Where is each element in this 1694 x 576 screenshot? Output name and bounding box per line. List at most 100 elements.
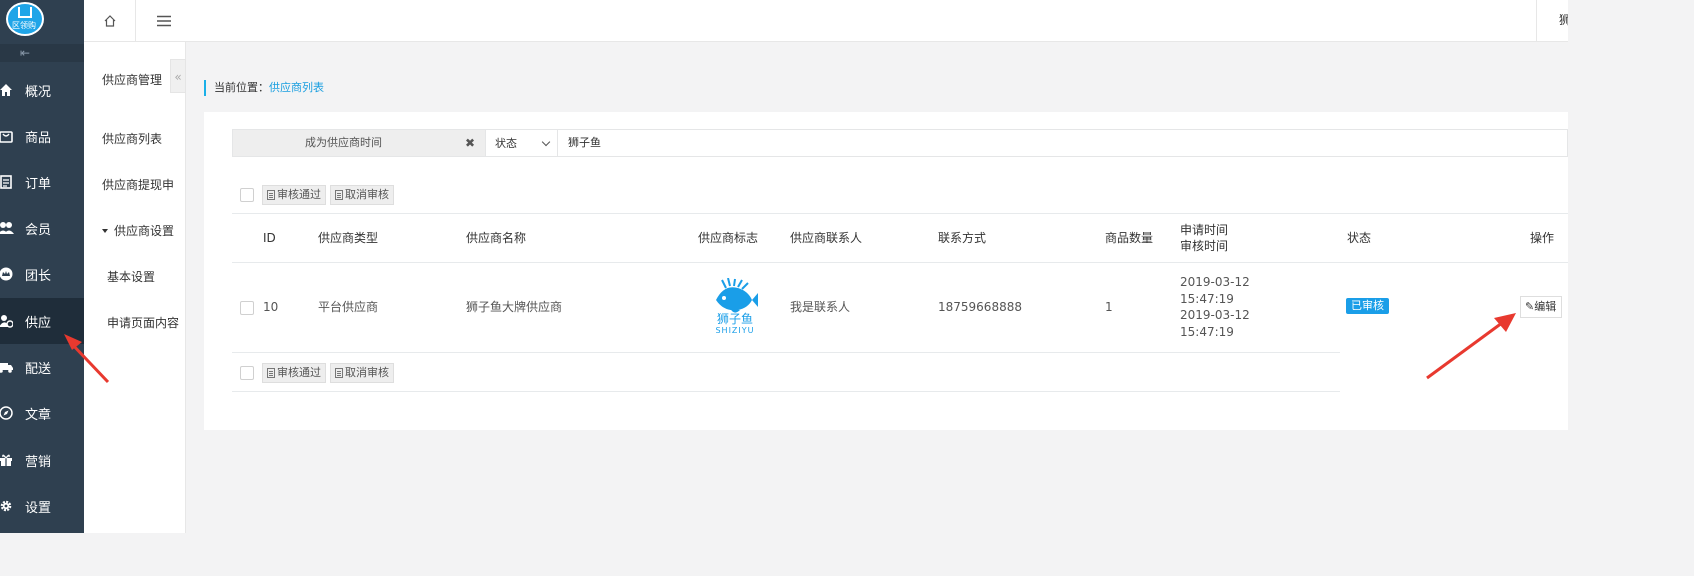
edit-label: 编辑 bbox=[1534, 300, 1557, 313]
hamburger-icon bbox=[157, 15, 171, 26]
document-icon bbox=[0, 174, 14, 190]
select-all-checkbox[interactable] bbox=[240, 366, 254, 380]
nav-item-label: 营销 bbox=[25, 454, 52, 470]
status-select-value: 状态 bbox=[495, 137, 517, 150]
col-header-id: ID bbox=[263, 231, 276, 245]
status-select[interactable]: 状态 bbox=[485, 130, 557, 156]
col-header-type: 供应商类型 bbox=[318, 231, 379, 245]
document-icon bbox=[267, 368, 275, 378]
annotation-arrow-left bbox=[64, 334, 110, 384]
nav-item-label: 设置 bbox=[25, 500, 52, 516]
logo-text-en: SHIZIYU bbox=[715, 326, 755, 335]
clear-icon[interactable]: ✖ bbox=[465, 130, 475, 156]
row-checkbox[interactable] bbox=[240, 301, 254, 315]
sub-item-supplier-settings[interactable]: 供应商设置 bbox=[102, 222, 174, 239]
nav-item-settings[interactable]: 设置 bbox=[0, 483, 84, 529]
nav-item-label: 供应 bbox=[25, 315, 52, 331]
caret-down-icon bbox=[102, 228, 108, 233]
approve-button[interactable]: 审核通过 bbox=[262, 185, 326, 205]
nav-item-label: 文章 bbox=[25, 407, 52, 423]
filter-bar: 成为供应商时间 ✖ 状态 狮子鱼 bbox=[232, 129, 1568, 157]
house-icon bbox=[18, 7, 32, 18]
gift-icon bbox=[0, 452, 14, 468]
document-icon bbox=[335, 190, 343, 200]
divider bbox=[232, 391, 1340, 392]
approve-label: 审核通过 bbox=[277, 188, 321, 201]
col-header-contact: 供应商联系人 bbox=[790, 231, 863, 245]
cancel-approve-label: 取消审核 bbox=[345, 188, 389, 201]
col-header-apply-time: 申请时间 bbox=[1180, 223, 1229, 237]
date-range-input[interactable]: 成为供应商时间 ✖ bbox=[233, 130, 485, 156]
bulk-actions-top: 审核通过 取消审核 bbox=[240, 184, 394, 206]
col-header-review-time: 审核时间 bbox=[1180, 239, 1229, 253]
document-icon bbox=[335, 368, 343, 378]
cell-id: 10 bbox=[263, 300, 279, 314]
chevron-down-icon bbox=[541, 137, 551, 147]
sub-item-apply-page[interactable]: 申请页面内容 bbox=[107, 314, 179, 331]
nav-item-label: 团长 bbox=[25, 268, 52, 284]
home-outline-icon bbox=[104, 14, 115, 27]
date-range-placeholder: 成为供应商时间 bbox=[305, 136, 382, 149]
logo-text-cn: 狮子鱼 bbox=[716, 312, 753, 326]
sub-item-supplier-list[interactable]: 供应商列表 bbox=[102, 130, 162, 147]
nav-item-label: 概况 bbox=[25, 84, 52, 100]
nav-item-overview[interactable]: 概况 bbox=[0, 67, 84, 113]
cancel-approve-label: 取消审核 bbox=[345, 366, 389, 379]
sub-item-withdraw[interactable]: 供应商提现申 bbox=[102, 176, 174, 193]
cell-review-date: 2019-03-12 bbox=[1180, 308, 1250, 322]
nav-item-goods[interactable]: 商品 bbox=[0, 113, 84, 159]
sub-item-basic-settings[interactable]: 基本设置 bbox=[107, 268, 155, 285]
nav-item-members[interactable]: 会员 bbox=[0, 205, 84, 251]
main-nav: 区领购 ⇤ 概况 商品 订单 会员 团长 供应 配送 文章 营销 设置 bbox=[0, 0, 84, 533]
col-header-count: 商品数量 bbox=[1105, 231, 1154, 245]
approve-button[interactable]: 审核通过 bbox=[262, 363, 326, 383]
content-panel: 成为供应商时间 ✖ 状态 狮子鱼 审核通过 取消审核 ID 供应商类型 供应商名… bbox=[204, 112, 1568, 430]
bulk-actions-bottom: 审核通过 取消审核 bbox=[240, 362, 394, 384]
divider bbox=[232, 352, 1340, 353]
cell-count: 1 bbox=[1105, 300, 1113, 314]
nav-item-marketing[interactable]: 营销 bbox=[0, 437, 84, 483]
nav-item-label: 订单 bbox=[25, 176, 52, 192]
gear-icon bbox=[0, 498, 14, 514]
select-all-checkbox[interactable] bbox=[240, 188, 254, 202]
sub-item-label: 供应商设置 bbox=[114, 224, 175, 238]
sub-menu: 供应商管理 « 供应商列表 供应商提现申 供应商设置 基本设置 申请页面内容 bbox=[84, 42, 186, 533]
col-header-status: 状态 bbox=[1347, 231, 1372, 245]
keyword-input[interactable]: 狮子鱼 bbox=[557, 130, 1567, 156]
home-button[interactable] bbox=[84, 0, 136, 41]
truck-icon bbox=[0, 359, 14, 375]
breadcrumb-prefix: 当前位置： bbox=[214, 81, 269, 94]
nav-item-orders[interactable]: 订单 bbox=[0, 159, 84, 205]
pencil-icon: ✎ bbox=[1525, 300, 1535, 313]
cell-phone: 18759668888 bbox=[938, 300, 1022, 314]
user-menu[interactable]: 狮 bbox=[1536, 0, 1568, 41]
cancel-approve-button[interactable]: 取消审核 bbox=[330, 363, 394, 383]
nav-item-label: 会员 bbox=[25, 222, 52, 238]
nav-item-articles[interactable]: 文章 bbox=[0, 390, 84, 436]
col-header-logo: 供应商标志 bbox=[698, 231, 759, 245]
col-header-name: 供应商名称 bbox=[466, 231, 527, 245]
cancel-approve-button[interactable]: 取消审核 bbox=[330, 185, 394, 205]
nav-collapse-icon[interactable]: ⇤ bbox=[0, 44, 84, 62]
cell-name: 狮子鱼大牌供应商 bbox=[466, 300, 563, 314]
nav-item-label: 商品 bbox=[25, 130, 52, 146]
menu-toggle-button[interactable] bbox=[146, 0, 182, 41]
users-icon bbox=[0, 220, 14, 236]
nav-item-leaders[interactable]: 团长 bbox=[0, 251, 84, 297]
breadcrumb: 当前位置：供应商列表 bbox=[204, 80, 324, 96]
top-bar: 狮 bbox=[84, 0, 1568, 42]
bag-icon bbox=[0, 128, 14, 144]
compass-icon bbox=[0, 405, 14, 421]
status-badge: 已审核 bbox=[1346, 298, 1389, 314]
divider bbox=[232, 213, 1568, 214]
edit-button[interactable]: ✎编辑 bbox=[1520, 296, 1562, 318]
cell-review-time: 15:47:19 bbox=[1180, 325, 1234, 339]
logo-text: 区领购 bbox=[12, 21, 36, 30]
supplier-icon bbox=[0, 313, 14, 329]
document-icon bbox=[267, 190, 275, 200]
sub-menu-title: 供应商管理 bbox=[102, 73, 163, 87]
crown-icon bbox=[0, 266, 14, 282]
brand-logo[interactable]: 区领购 bbox=[6, 2, 44, 36]
sub-menu-collapse-button[interactable]: « bbox=[170, 59, 186, 93]
breadcrumb-current[interactable]: 供应商列表 bbox=[269, 81, 324, 94]
